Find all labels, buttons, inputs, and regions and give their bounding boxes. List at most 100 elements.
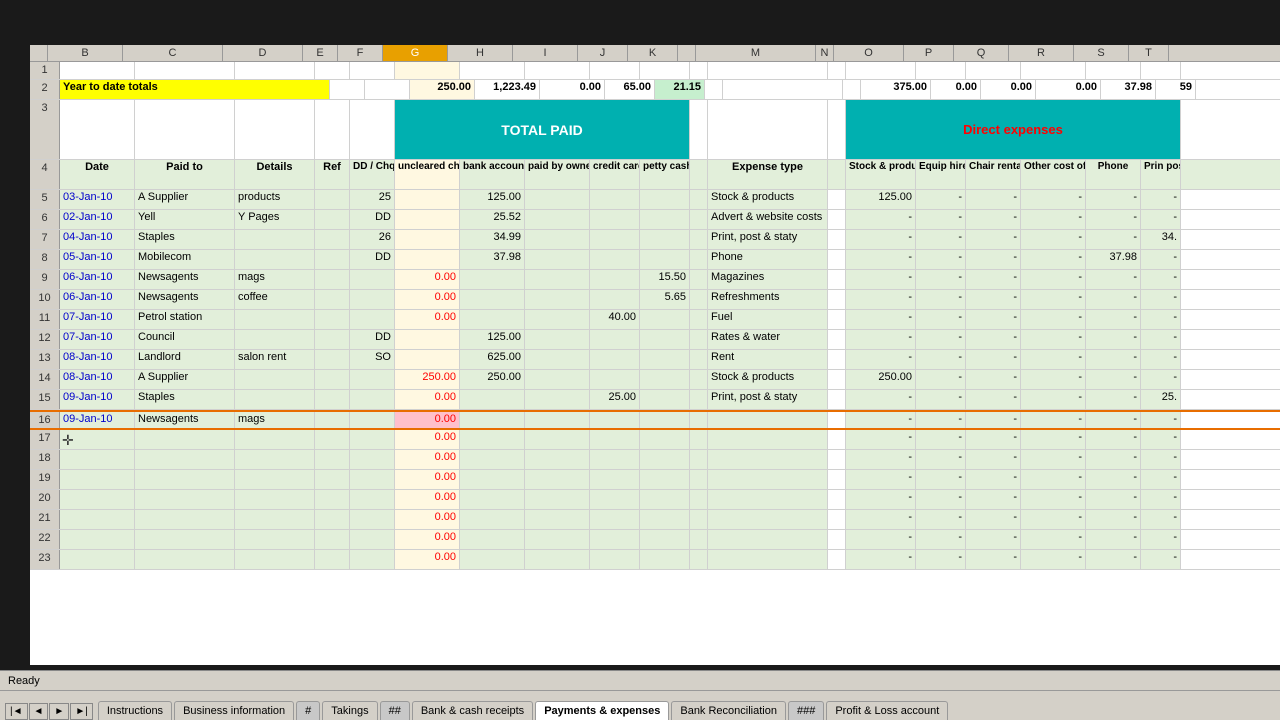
cell-s-17[interactable]: - — [1086, 430, 1141, 449]
cell-f-20[interactable] — [350, 490, 395, 509]
cell-k-18[interactable] — [640, 450, 690, 469]
cell-k-22[interactable] — [640, 530, 690, 549]
cell-q-6[interactable]: - — [966, 210, 1021, 229]
cell-o-11[interactable]: - — [846, 310, 916, 329]
col-header-i[interactable]: I — [513, 45, 578, 61]
col-header-m[interactable]: M — [696, 45, 816, 61]
cell-n-17[interactable] — [828, 430, 846, 449]
cell-b3[interactable] — [60, 100, 135, 159]
cell-t-12[interactable]: - — [1141, 330, 1181, 349]
cell-k-8[interactable] — [640, 250, 690, 269]
cell-c-22[interactable] — [135, 530, 235, 549]
cell-n1[interactable] — [828, 62, 846, 79]
cell-g-10[interactable]: 0.00 — [395, 290, 460, 309]
cell-o-15[interactable]: - — [846, 390, 916, 409]
cell-n-10[interactable] — [828, 290, 846, 309]
cell-m-13[interactable]: Rent — [708, 350, 828, 369]
cell-t-15[interactable]: 25. — [1141, 390, 1181, 409]
cell-p-16[interactable]: - — [916, 412, 966, 428]
cell-g-13[interactable] — [395, 350, 460, 369]
cell-r-10[interactable]: - — [1021, 290, 1086, 309]
cell-f-9[interactable] — [350, 270, 395, 289]
cell-d-13[interactable]: salon rent — [235, 350, 315, 369]
cell-r-11[interactable]: - — [1021, 310, 1086, 329]
cell-k-17[interactable] — [640, 430, 690, 449]
nav-prev[interactable]: ◄ — [29, 703, 49, 720]
cell-h-19[interactable] — [460, 470, 525, 489]
cell-n-20[interactable] — [828, 490, 846, 509]
col-header-n[interactable]: N — [816, 45, 834, 61]
cell-t-20[interactable]: - — [1141, 490, 1181, 509]
cell-o-23[interactable]: - — [846, 550, 916, 569]
cell-h-7[interactable]: 34.99 — [460, 230, 525, 249]
cell-p-21[interactable]: - — [916, 510, 966, 529]
cell-i-11[interactable] — [525, 310, 590, 329]
cell-q-12[interactable]: - — [966, 330, 1021, 349]
cell-b-17[interactable]: ✛ — [60, 430, 135, 449]
cell-l-18[interactable] — [690, 450, 708, 469]
cell-f-13[interactable]: SO — [350, 350, 395, 369]
cell-q2[interactable]: 0.00 — [981, 80, 1036, 99]
tab-Bank---cash-receipts[interactable]: Bank & cash receipts — [412, 701, 533, 720]
cell-d-17[interactable] — [235, 430, 315, 449]
cell-g-16[interactable]: 0.00 — [395, 412, 460, 428]
cell-j-6[interactable] — [590, 210, 640, 229]
cell-k-16[interactable] — [640, 412, 690, 428]
cell-e-9[interactable] — [315, 270, 350, 289]
cell-m-19[interactable] — [708, 470, 828, 489]
cell-i-23[interactable] — [525, 550, 590, 569]
cell-n-13[interactable] — [828, 350, 846, 369]
tab--[interactable]: # — [296, 701, 320, 720]
cell-p-17[interactable]: - — [916, 430, 966, 449]
cell-k-12[interactable] — [640, 330, 690, 349]
cell-t-10[interactable]: - — [1141, 290, 1181, 309]
cell-k-13[interactable] — [640, 350, 690, 369]
cell-q-17[interactable]: - — [966, 430, 1021, 449]
cell-b2-label[interactable]: Year to date totals — [60, 80, 330, 99]
col-header-r[interactable]: R — [1009, 45, 1074, 61]
cell-g-22[interactable]: 0.00 — [395, 530, 460, 549]
cell-o-17[interactable]: - — [846, 430, 916, 449]
cell-q-9[interactable]: - — [966, 270, 1021, 289]
cell-j1[interactable] — [590, 62, 640, 79]
cell-j-7[interactable] — [590, 230, 640, 249]
cell-r-22[interactable]: - — [1021, 530, 1086, 549]
cell-n-15[interactable] — [828, 390, 846, 409]
cell-b-11[interactable]: 07-Jan-10 — [60, 310, 135, 329]
cell-n3[interactable] — [828, 100, 846, 159]
cell-r-7[interactable]: - — [1021, 230, 1086, 249]
cell-i-12[interactable] — [525, 330, 590, 349]
cell-q-13[interactable]: - — [966, 350, 1021, 369]
cell-e-10[interactable] — [315, 290, 350, 309]
cell-m-14[interactable]: Stock & products — [708, 370, 828, 389]
col-header-b[interactable]: B — [48, 45, 123, 61]
cell-i-9[interactable] — [525, 270, 590, 289]
cell-s-8[interactable]: 37.98 — [1086, 250, 1141, 269]
cell-o-13[interactable]: - — [846, 350, 916, 369]
cell-j-5[interactable] — [590, 190, 640, 209]
cell-g-14[interactable]: 250.00 — [395, 370, 460, 389]
cell-o-6[interactable]: - — [846, 210, 916, 229]
cell-c3[interactable] — [135, 100, 235, 159]
cell-n-9[interactable] — [828, 270, 846, 289]
cell-g-19[interactable]: 0.00 — [395, 470, 460, 489]
cell-s-18[interactable]: - — [1086, 450, 1141, 469]
cell-q-20[interactable]: - — [966, 490, 1021, 509]
cell-s-19[interactable]: - — [1086, 470, 1141, 489]
cell-l-16[interactable] — [690, 412, 708, 428]
col-header-c[interactable]: C — [123, 45, 223, 61]
cell-m-17[interactable] — [708, 430, 828, 449]
cell-p2[interactable]: 0.00 — [931, 80, 981, 99]
cell-s-15[interactable]: - — [1086, 390, 1141, 409]
cell-g-17[interactable]: 0.00 — [395, 430, 460, 449]
cell-m-7[interactable]: Print, post & staty — [708, 230, 828, 249]
cell-d-10[interactable]: coffee — [235, 290, 315, 309]
cell-f-7[interactable]: 26 — [350, 230, 395, 249]
cell-l-9[interactable] — [690, 270, 708, 289]
cell-i-18[interactable] — [525, 450, 590, 469]
cell-m-11[interactable]: Fuel — [708, 310, 828, 329]
cell-t-8[interactable]: - — [1141, 250, 1181, 269]
cell-c-9[interactable]: Newsagents — [135, 270, 235, 289]
cell-c1[interactable] — [135, 62, 235, 79]
cell-b-23[interactable] — [60, 550, 135, 569]
